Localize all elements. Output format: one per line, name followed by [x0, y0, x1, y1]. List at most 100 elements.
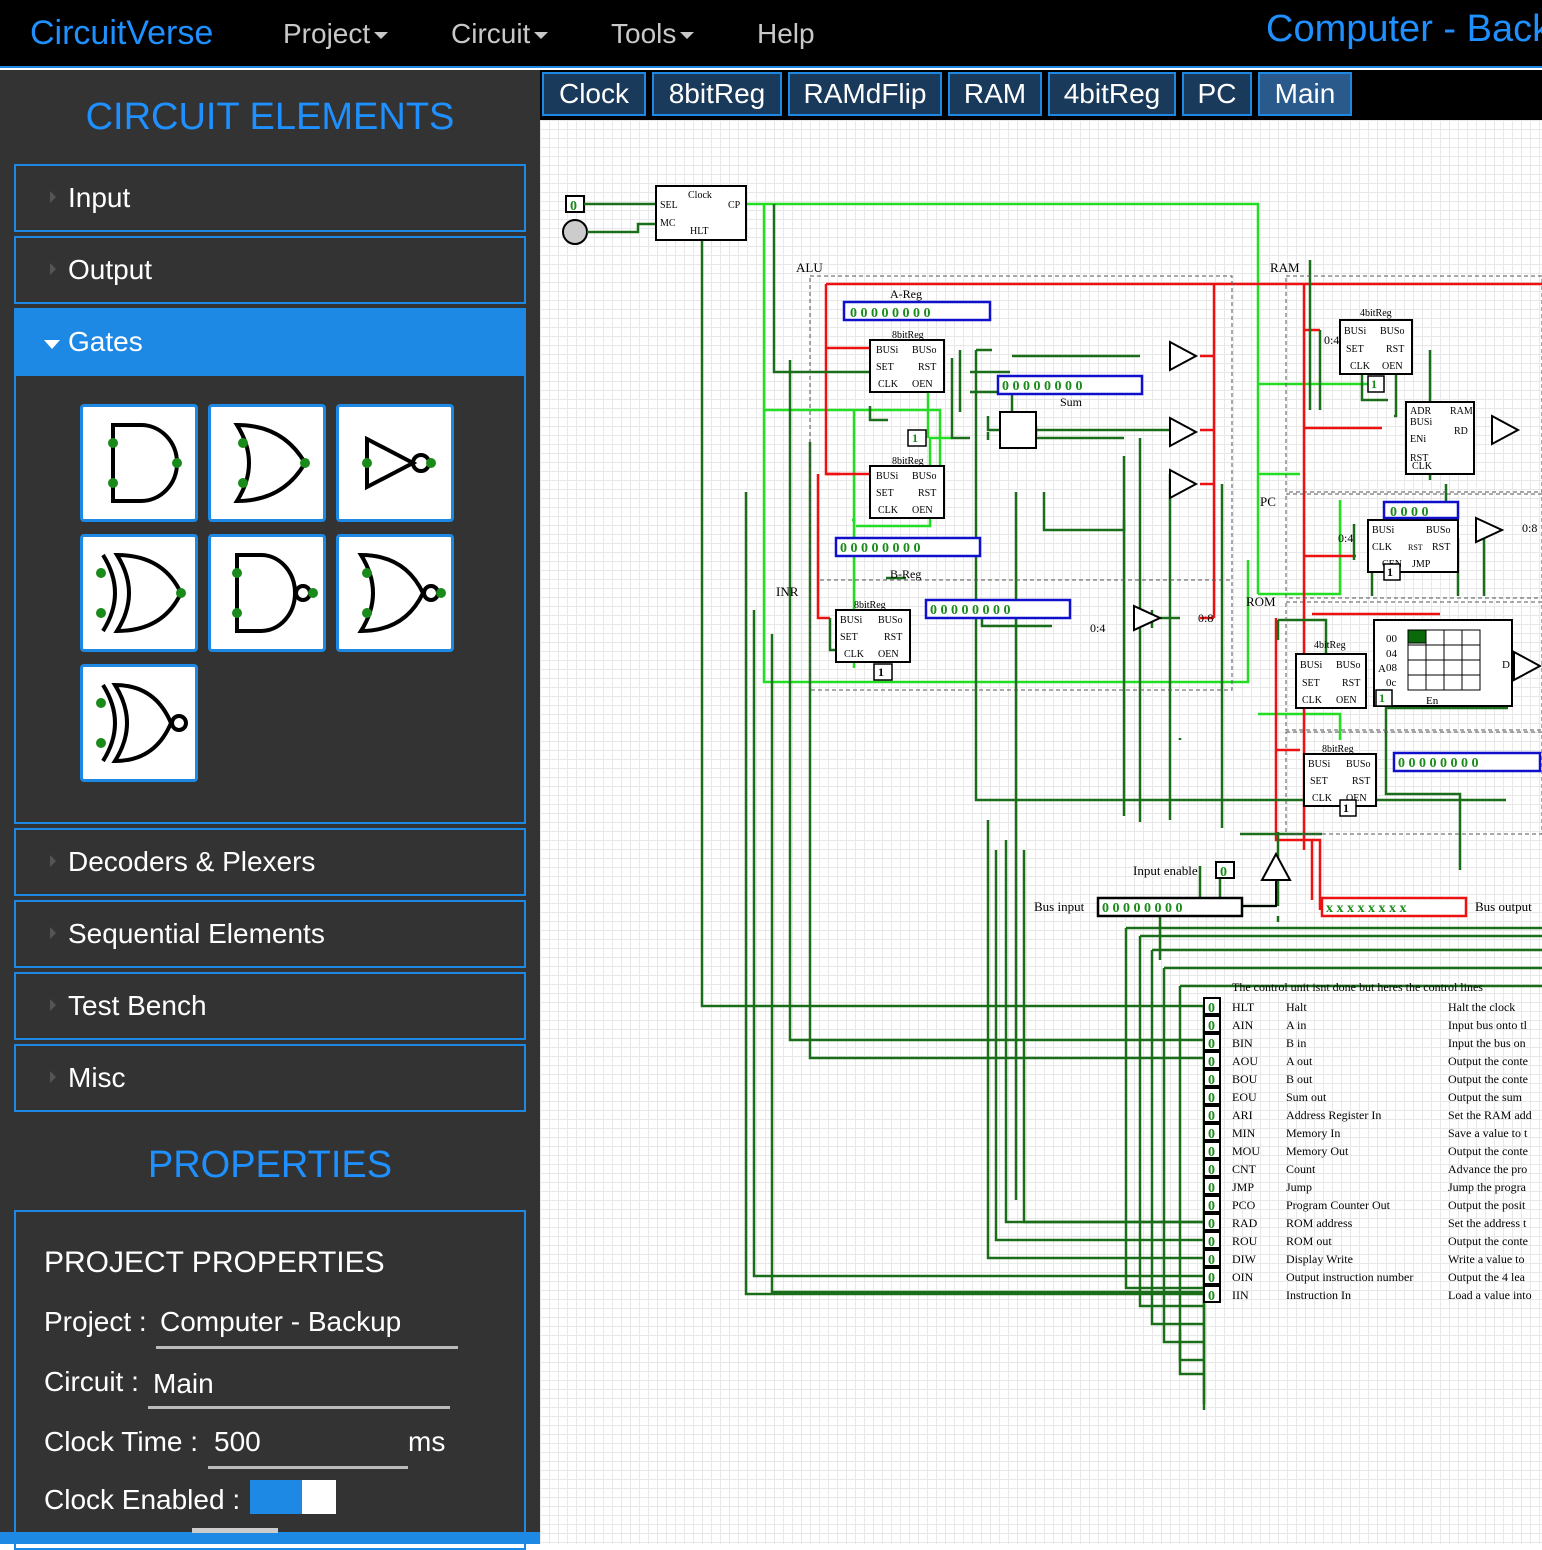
circuit-canvas[interactable]: ALU RAM PC INR ROM 0 Clock SEL MC HLT CP…	[540, 120, 1542, 1544]
adder-subcircuit[interactable]	[999, 411, 1037, 449]
circuit-diagram[interactable]: ALU RAM PC INR ROM 0 Clock SEL MC HLT CP…	[540, 120, 1542, 1544]
brand-logo[interactable]: CircuitVerse	[30, 14, 213, 53]
inr-out-buffer[interactable]	[1133, 604, 1163, 632]
category-input[interactable]: Input	[14, 164, 526, 232]
control-line-desc: Jump the progra	[1448, 1180, 1527, 1194]
pc-out-buffer[interactable]	[1475, 516, 1505, 544]
chevron-right-icon	[50, 927, 56, 939]
xor-gate-button[interactable]	[80, 534, 198, 652]
control-line-value: 0	[1208, 1109, 1215, 1124]
a-register[interactable]: 8bitReg BUSi BUSo SET RST CLK OEN	[869, 330, 945, 393]
control-line-name: Jump	[1286, 1180, 1312, 1194]
reg-title: 8bitReg	[1322, 744, 1354, 755]
control-line-row: 0 BOU B out Output the conte	[1203, 1069, 1528, 1088]
reg-pin: SET	[876, 488, 894, 499]
control-line-desc: Input bus onto tl	[1448, 1018, 1528, 1032]
constant-one-value: 1	[1343, 801, 1349, 815]
rom-block[interactable]: A D En 00 04 08 0c	[1373, 619, 1513, 707]
control-line-desc: Set the RAM add	[1448, 1108, 1532, 1122]
a-register-display: 0 0 0 0 0 0 0 0	[842, 300, 992, 322]
rom-address-register[interactable]: 4bitReg BUSi BUSo SET RST CLK OEN	[1295, 640, 1367, 709]
xnor-gate-button[interactable]	[80, 664, 198, 782]
sidebar-scrollbar[interactable]	[192, 1528, 278, 1533]
input-enable-buffer[interactable]	[1260, 851, 1292, 881]
and-gate-icon	[108, 423, 182, 503]
a-out-buffer[interactable]	[1169, 340, 1199, 372]
inr-label: INR	[776, 584, 799, 599]
ram-out-buffer[interactable]	[1491, 414, 1521, 446]
reg-pin: OEN	[912, 505, 933, 516]
menu-circuit[interactable]: Circuit	[451, 18, 549, 50]
b-out-buffer[interactable]	[1169, 416, 1199, 448]
caret-down-icon	[374, 32, 389, 40]
program-counter-block[interactable]: BUSi BUSo CLK RST RST CEN JMP	[1367, 519, 1459, 573]
control-line-value: 0	[1208, 1235, 1215, 1250]
project-name-input[interactable]: Computer - Backup	[160, 1306, 401, 1338]
tab-ram[interactable]: RAM	[948, 72, 1042, 116]
rom-row-label: 00	[1386, 633, 1398, 645]
chevron-right-icon	[50, 263, 56, 275]
control-line-row: 0 MOU Memory Out Output the conte	[1203, 1141, 1528, 1160]
clock-enabled-toggle[interactable]	[250, 1480, 336, 1514]
category-output[interactable]: Output	[14, 236, 526, 304]
splitter-label: 0:4	[1090, 621, 1105, 635]
category-test-bench[interactable]: Test Bench	[14, 972, 526, 1040]
control-lines-list: 0 HLT Halt Halt the clock 0 AIN A in Input bus …	[1203, 997, 1532, 1304]
circuit-name-input[interactable]: Main	[153, 1368, 214, 1400]
control-line-code: BOU	[1232, 1072, 1258, 1086]
memory-address-register[interactable]: 4bitReg BUSi BUSo SET RST CLK OEN	[1339, 308, 1413, 375]
not-gate-button[interactable]	[336, 404, 454, 522]
or-gate-button[interactable]	[208, 404, 326, 522]
reg-pin: RST	[918, 488, 936, 499]
chevron-right-icon	[50, 855, 56, 867]
ram-label: RAM	[1270, 260, 1300, 275]
tab-ramdflip[interactable]: RAMdFlip	[788, 72, 942, 116]
tab-8bitreg[interactable]: 8bitReg	[652, 72, 782, 116]
splitter-label: 0:8	[1522, 521, 1537, 535]
category-sequential-elements[interactable]: Sequential Elements	[14, 900, 526, 968]
nor-gate-button[interactable]	[336, 534, 454, 652]
b-register[interactable]: 8bitReg BUSi BUSo SET RST CLK OEN	[869, 456, 945, 519]
control-line-value: 0	[1208, 1001, 1215, 1016]
project-name-underline	[156, 1346, 458, 1349]
clock-time-input[interactable]: 500	[214, 1426, 261, 1458]
tab-pc[interactable]: PC	[1182, 72, 1252, 116]
splitter-label: 0:8	[1198, 611, 1213, 625]
control-line-value: 0	[1208, 1289, 1215, 1304]
bus-input-field[interactable]: 0 0 0 0 0 0 0 0	[1096, 896, 1244, 918]
sum-out-buffer[interactable]	[1169, 468, 1199, 500]
reg-pin: OEN	[878, 649, 899, 660]
nand-gate-button[interactable]	[208, 534, 326, 652]
and-gate-button[interactable]	[80, 404, 198, 522]
output-register[interactable]: 8bitReg BUSi BUSo SET RST CLK OEN	[1303, 744, 1377, 807]
rom-out-buffer[interactable]	[1513, 650, 1542, 682]
control-line-desc: Halt the clock	[1448, 1000, 1515, 1014]
control-line-code: ROU	[1232, 1234, 1258, 1248]
menu-help[interactable]: Help	[757, 18, 815, 50]
reg-pin: CLK	[878, 379, 899, 390]
reg-pin: SET	[840, 632, 858, 643]
control-line-name: Halt	[1286, 1000, 1307, 1014]
instruction-register[interactable]: 8bitReg BUSi BUSo SET RST CLK OEN	[835, 600, 911, 663]
clock-pin-sel: SEL	[660, 200, 678, 211]
category-gates[interactable]: Gates	[14, 308, 526, 376]
tab-4bitreg[interactable]: 4bitReg	[1048, 72, 1176, 116]
menu-tools[interactable]: Tools	[611, 18, 695, 50]
control-line-code: PCO	[1232, 1198, 1256, 1212]
tab-clock[interactable]: Clock	[542, 72, 646, 116]
control-line-row: 0 PCO Program Counter Out Output the posit	[1203, 1195, 1526, 1214]
constant-one-value: 1	[1387, 565, 1393, 579]
category-decoders-plexers[interactable]: Decoders & Plexers	[14, 828, 526, 896]
pc-pin: RST	[1432, 542, 1450, 553]
control-line-name: Sum out	[1286, 1090, 1327, 1104]
tab-main[interactable]: Main	[1258, 72, 1352, 116]
reg-pin: BUSi	[840, 615, 862, 626]
ram-block[interactable]: RAM ADR BUSi ENi RST CLK RD	[1405, 401, 1475, 475]
manual-clock-button[interactable]	[562, 219, 588, 245]
menu-project[interactable]: Project	[283, 18, 389, 50]
reg-pin: BUSo	[912, 345, 936, 356]
reg-pin: BUSo	[1336, 660, 1360, 671]
control-line-name: Display Write	[1286, 1252, 1353, 1266]
category-misc[interactable]: Misc	[14, 1044, 526, 1112]
display-value: 0 0 0 0	[1390, 505, 1429, 520]
